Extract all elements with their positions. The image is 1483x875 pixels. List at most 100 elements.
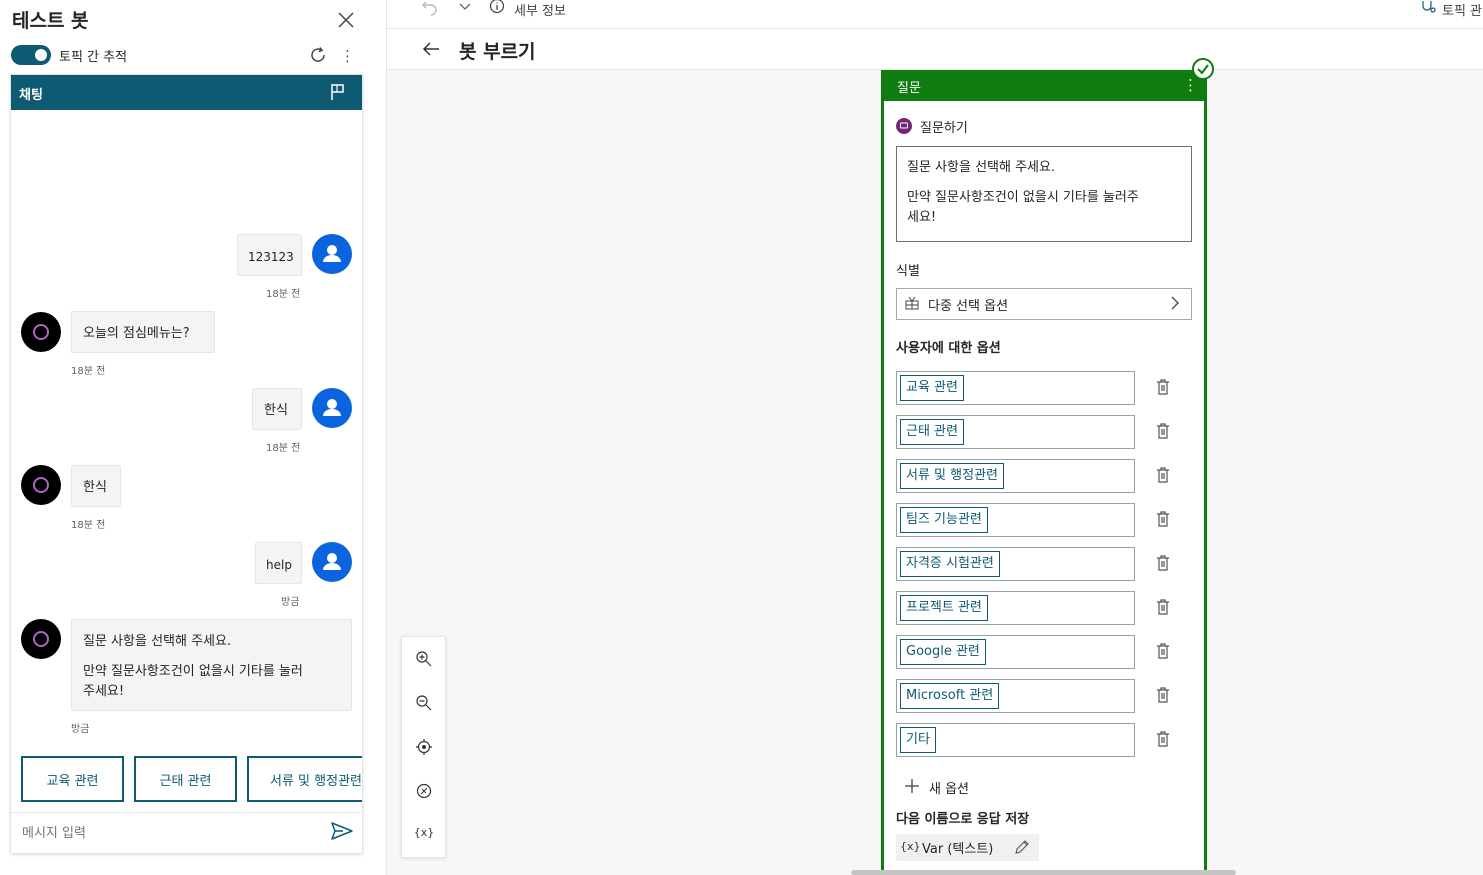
bot-message-line: 주세요! [83,684,125,699]
suggested-action-button[interactable]: 교육 관련 [21,756,124,802]
suggested-action-button[interactable]: 서류 및 행정관련 [247,756,362,802]
user-options-label: 사용자에 대한 옵션 [896,341,1001,356]
flag-icon[interactable] [329,82,347,102]
plus-icon[interactable] [904,778,920,794]
entity-icon [905,296,919,310]
message-timestamp: 방금 [281,597,300,608]
back-arrow-icon[interactable] [420,38,442,60]
question-message-line: 만약 질문사항조건이 없을시 기타를 눌러주 [907,190,1139,205]
option-tag: 팀즈 기능관련 [900,507,988,533]
option-tag: 프로젝트 관련 [900,595,988,621]
chat-header-title: 채팅 [19,88,43,103]
bot-avatar [21,312,61,352]
message-timestamp: 18분 전 [266,443,301,454]
user-message-bubble: 한식 [252,388,302,430]
question-message-line: 질문 사항을 선택해 주세요. [907,160,1056,175]
more-options-icon[interactable]: ⋮ [340,46,355,66]
delete-icon[interactable] [1155,598,1171,616]
bot-message-bubble: 질문 사항을 선택해 주세요. 만약 질문사항조건이 없을시 기타를 눌러 주세… [71,619,352,711]
user-avatar [312,388,352,428]
delete-icon[interactable] [1155,730,1171,748]
close-icon[interactable] [335,9,357,31]
composer-divider [11,812,362,813]
new-option-button[interactable]: 새 옵션 [929,778,969,797]
question-message-line: 세요! [907,210,937,225]
user-avatar [312,234,352,274]
toolbar-divider [387,28,1483,29]
option-field[interactable]: 교육 관련 [896,371,1135,405]
bot-message-line: 질문 사항을 선택해 주세요. [83,634,232,649]
bot-avatar [21,465,61,505]
user-message-bubble: 123123 [237,234,302,276]
chat-header [11,75,362,110]
variable-name: Var (텍스트) [922,842,994,857]
identify-value: 다중 선택 옵션 [928,299,1009,314]
option-field[interactable]: 근태 관련 [896,415,1135,449]
option-field[interactable]: 자격증 시험관련 [896,547,1135,581]
question-node-title: 질문 [897,81,921,96]
option-field[interactable]: Microsoft 관련 [896,679,1135,713]
zoom-out-icon[interactable] [415,694,433,712]
question-node-header [884,70,1204,101]
track-topics-toggle[interactable] [11,45,51,65]
option-tag: 근태 관련 [900,419,964,445]
bot-message-line: 만약 질문사항조건이 없을시 기타를 눌러 [83,664,303,679]
chevron-down-icon[interactable] [457,0,473,16]
delete-icon[interactable] [1155,422,1171,440]
ask-question-label: 질문하기 [920,121,968,136]
option-field[interactable]: 팀즈 기능관련 [896,503,1135,537]
suggested-action-button[interactable]: 근태 관련 [134,756,237,802]
option-tag: Microsoft 관련 [900,683,1000,709]
bot-message-bubble: 한식 [71,465,121,507]
page-title: 봇 부르기 [459,41,536,63]
option-tag: Google 관련 [900,639,986,665]
horizontal-scrollbar[interactable] [851,870,1236,875]
save-response-label: 다음 이름으로 응답 저장 [896,812,1030,827]
variable-icon: {x} [900,840,921,853]
option-tag: 자격증 시험관련 [900,551,1000,577]
minimap-icon[interactable] [415,782,433,800]
message-timestamp: 18분 전 [71,520,106,531]
undo-icon[interactable] [420,0,440,16]
topic-checker-button[interactable]: 토픽 관 [1442,0,1482,19]
option-tag: 교육 관련 [900,375,964,401]
message-timestamp: 방금 [71,724,90,735]
chevron-right-icon[interactable] [1168,295,1182,311]
delete-icon[interactable] [1155,642,1171,660]
option-tag: 기타 [900,727,936,753]
variables-button[interactable]: {x} [413,826,435,839]
delete-icon[interactable] [1155,466,1171,484]
delete-icon[interactable] [1155,554,1171,572]
send-icon[interactable] [330,821,354,841]
chat-window [10,74,363,854]
option-field[interactable]: 서류 및 행정관련 [896,459,1135,493]
info-icon[interactable] [489,0,505,16]
refresh-icon[interactable] [307,44,329,66]
question-message-editor[interactable]: 질문 사항을 선택해 주세요. 만약 질문사항조건이 없을시 기타를 눌러주 세… [896,146,1192,242]
zoom-in-icon[interactable] [415,650,433,668]
option-field[interactable]: Google 관련 [896,635,1135,669]
delete-icon[interactable] [1155,686,1171,704]
recenter-icon[interactable] [415,738,433,756]
user-avatar [312,542,352,582]
track-topics-label: 토픽 간 추적 [59,50,128,65]
option-tag: 서류 및 행정관련 [900,463,1004,489]
message-timestamp: 18분 전 [71,366,106,377]
question-icon [896,118,912,134]
bot-message-bubble: 오늘의 점심메뉴는? [71,311,215,353]
message-input[interactable] [22,823,302,843]
delete-icon[interactable] [1155,378,1171,396]
edit-pencil-icon[interactable] [1014,839,1030,855]
delete-icon[interactable] [1155,510,1171,528]
topic-checker-icon[interactable] [1420,0,1436,16]
test-bot-title: 테스트 봇 [12,10,89,32]
bot-avatar [21,619,61,659]
user-message-bubble: help [255,542,302,584]
option-field[interactable]: 프로젝트 관련 [896,591,1135,625]
details-button[interactable]: 세부 정보 [514,0,566,19]
node-more-icon[interactable]: ⋮ [1183,76,1198,94]
check-icon [1192,58,1214,80]
identify-label: 식별 [896,264,920,279]
option-field[interactable]: 기타 [896,723,1135,757]
message-timestamp: 18분 전 [266,289,301,300]
